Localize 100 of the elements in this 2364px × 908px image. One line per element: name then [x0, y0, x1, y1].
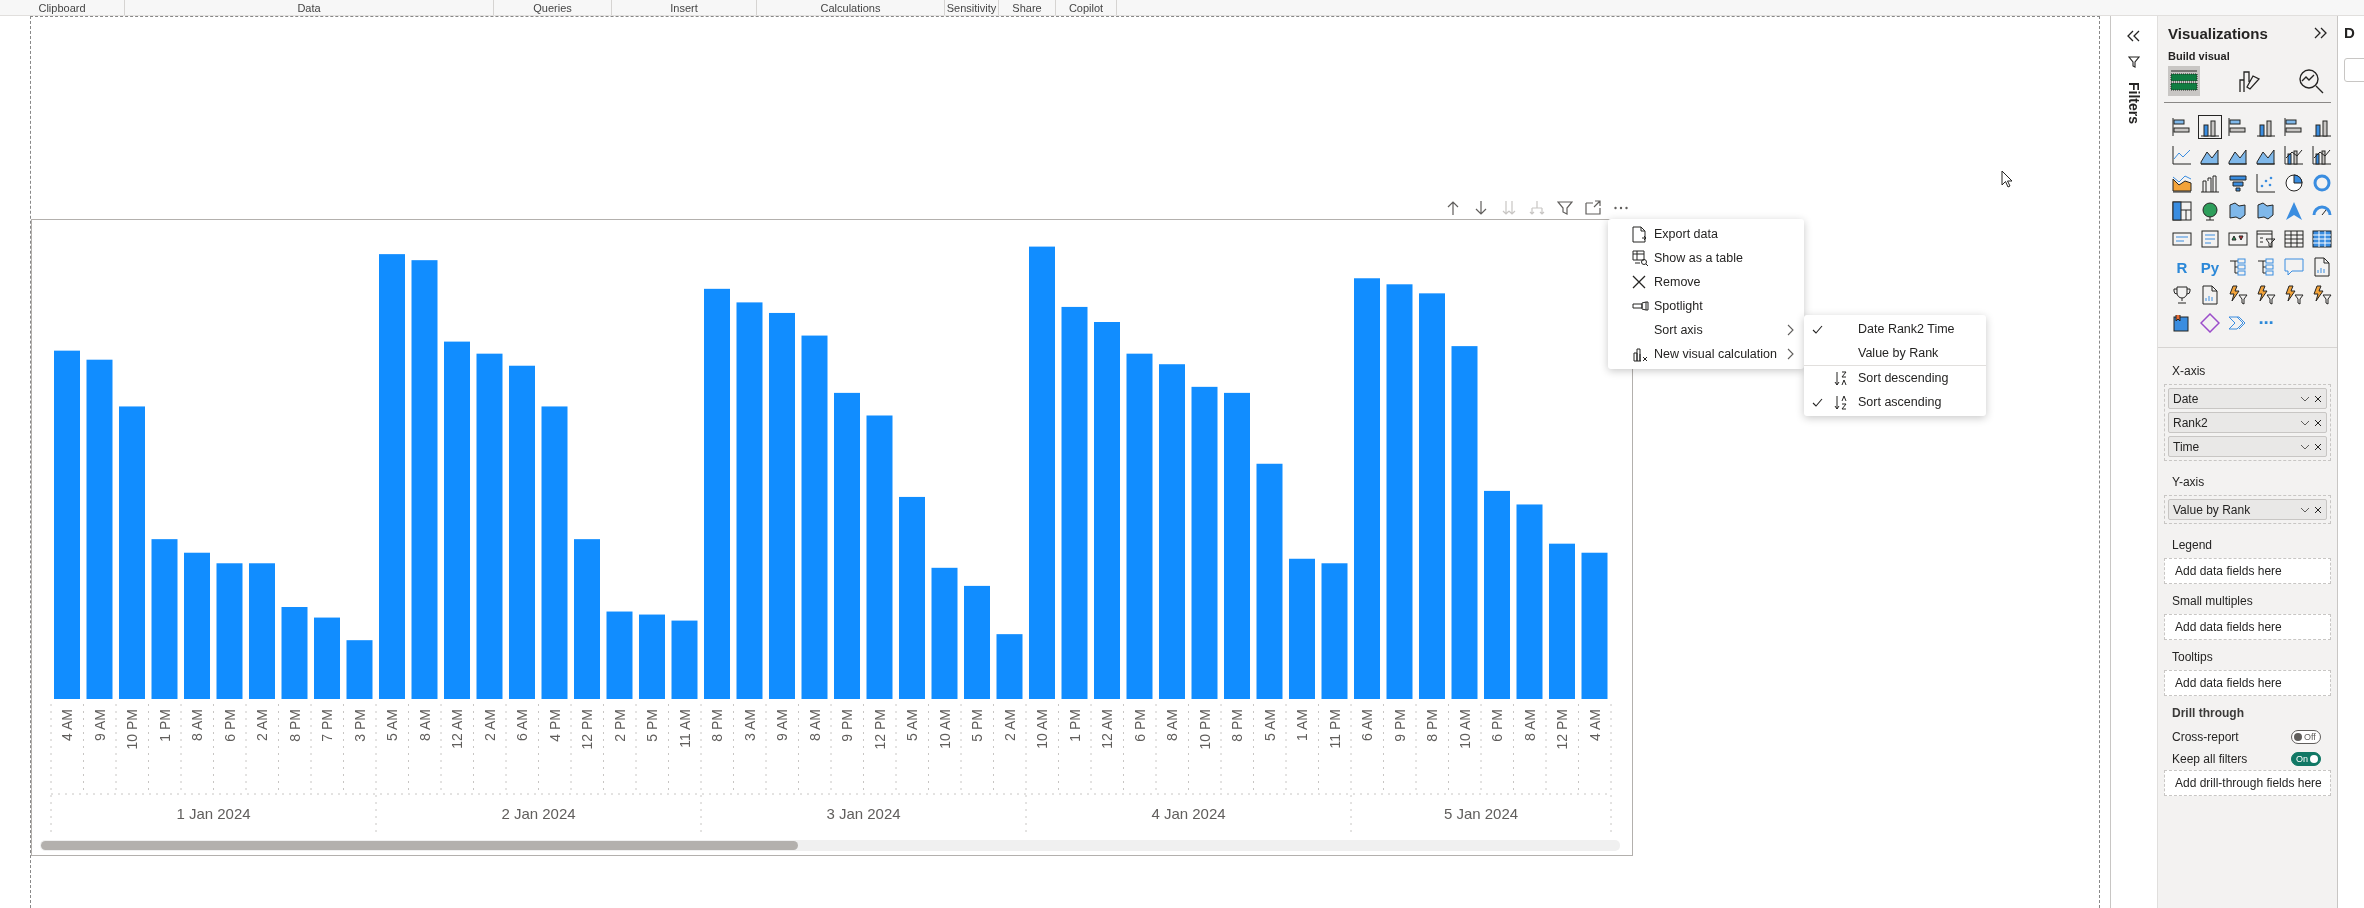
time-label: 12 PM	[579, 709, 595, 750]
field-pill[interactable]: Time	[2168, 436, 2327, 457]
collapse-left-icon[interactable]	[2127, 30, 2141, 42]
visual-type-icon[interactable]	[2226, 283, 2250, 307]
time-label: 5 AM	[904, 709, 920, 741]
visual-type-icon[interactable]	[2170, 199, 2194, 223]
collapse-right-icon[interactable]	[2313, 27, 2327, 39]
date-label: 4 Jan 2024	[1151, 805, 1226, 822]
visual-type-icon[interactable]	[2282, 171, 2306, 195]
drop-zone[interactable]: Add drill-through fields here	[2164, 770, 2331, 796]
fields-tab[interactable]	[2168, 66, 2200, 96]
toggle-label: Keep all filters	[2172, 752, 2248, 766]
time-label: 4 PM	[546, 709, 563, 742]
close-icon[interactable]	[2314, 442, 2322, 451]
time-label: 6 AM	[1359, 709, 1375, 741]
visual-type-icon[interactable]	[2198, 115, 2222, 139]
date-label: 2 Jan 2024	[501, 805, 576, 822]
drop-zone[interactable]: Add data fields here	[2164, 614, 2331, 640]
visual-type-icon[interactable]	[2254, 283, 2278, 307]
time-label: 4 AM	[1586, 709, 1603, 741]
visual-type-icon[interactable]	[2282, 227, 2306, 251]
time-label: 7 PM	[319, 709, 335, 742]
time-label: 8 AM	[416, 709, 433, 741]
ribbon-group-label: Sensitivity	[946, 1, 997, 14]
visual-type-icon[interactable]	[2310, 283, 2334, 307]
close-icon[interactable]	[2314, 505, 2322, 514]
scrollbar-thumb[interactable]	[41, 841, 798, 850]
focus-mode-icon[interactable]	[1585, 200, 1601, 216]
ribbon-group-label: Data	[297, 1, 321, 14]
date-label: 5 Jan 2024	[1443, 805, 1519, 822]
time-label: 9 AM	[91, 709, 108, 741]
filter-icon	[2128, 56, 2140, 68]
field-pill[interactable]: Value by Rank	[2168, 499, 2327, 520]
time-label: 12 AM	[449, 709, 465, 749]
up-arrow-icon[interactable]	[1445, 200, 1461, 216]
toggle-switch[interactable]: On	[2291, 752, 2321, 766]
time-label: 11 PM	[1326, 709, 1343, 749]
time-label: 10 AM	[1456, 709, 1473, 749]
time-label: 8 PM	[1229, 709, 1245, 742]
field-pill[interactable]: Rank2	[2168, 412, 2327, 433]
menu-item[interactable]: New visual calculation	[1608, 342, 1804, 366]
time-label: 5 AM	[1261, 709, 1278, 741]
menu-item[interactable]: Value by Rank	[1804, 341, 1986, 365]
time-label: 10 PM	[124, 709, 140, 750]
field-pill[interactable]: Date	[2168, 388, 2327, 409]
chevron-down-icon[interactable]	[2300, 443, 2310, 450]
menu-item[interactable]: Sort ascending	[1804, 390, 1986, 414]
time-label: 12 PM	[1554, 709, 1570, 750]
time-label: 1 AM	[1294, 709, 1310, 741]
bar	[996, 634, 1023, 699]
time-label: 8 AM	[189, 709, 205, 741]
drop-zone[interactable]: Add data fields here	[2164, 558, 2331, 584]
menu-item[interactable]: Spotlight	[1608, 294, 1804, 318]
menu-item[interactable]: Sort axis	[1608, 318, 1804, 342]
down-arrow-icon[interactable]	[1473, 200, 1489, 216]
visual-type-icon[interactable]	[2282, 143, 2306, 167]
field-well-label: Y-axis	[2171, 474, 2206, 491]
menu-item[interactable]: Remove	[1608, 270, 1804, 294]
visual-type-icon[interactable]	[2170, 283, 2194, 307]
visual-type-icon[interactable]	[2310, 143, 2334, 167]
ribbon-group-label: Insert	[670, 1, 698, 14]
close-icon[interactable]	[2314, 394, 2322, 403]
chevron-down-icon[interactable]	[2300, 395, 2310, 402]
ribbon-group-label: Share	[1012, 1, 1042, 14]
filter-icon[interactable]	[1557, 200, 1573, 216]
chevron-right-icon	[1787, 348, 1794, 360]
time-label: 10 PM	[1196, 709, 1213, 750]
menu-item[interactable]: Date Rank2 Time	[1804, 317, 1986, 341]
chevron-down-icon[interactable]	[2300, 419, 2310, 426]
section-title: Build visual	[2167, 50, 2231, 62]
time-label: 8 PM	[709, 709, 725, 742]
toggle-label: Cross-report	[2172, 730, 2239, 744]
time-label: 11 AM	[676, 709, 693, 748]
time-label: 1 PM	[1066, 709, 1083, 742]
time-label: 2 AM	[254, 709, 270, 741]
pane-title: Filters	[2126, 82, 2142, 124]
time-label: 8 AM	[806, 709, 823, 741]
time-label: 6 PM	[1131, 709, 1148, 742]
time-label: 2 AM	[481, 709, 498, 741]
ribbon-group-label: Copilot	[1068, 1, 1104, 14]
date-label: 3 Jan 2024	[826, 805, 901, 822]
mouse-pointer-icon	[2001, 170, 2013, 188]
time-label: 10 AM	[1034, 709, 1050, 749]
menu-item[interactable]: Show as a table	[1608, 246, 1804, 270]
time-label: 6 PM	[1489, 709, 1505, 742]
drop-zone[interactable]: Add data fields here	[2164, 670, 2331, 696]
menu-item[interactable]: Sort descending	[1804, 366, 1986, 390]
close-icon[interactable]	[2314, 418, 2322, 427]
visual-type-icon[interactable]	[2282, 283, 2306, 307]
close-icon	[1632, 275, 1646, 289]
toggle-switch[interactable]: Off	[2291, 730, 2321, 744]
visual-type-icon[interactable]	[2254, 227, 2278, 251]
time-label: 12 AM	[1099, 709, 1115, 749]
time-label: 6 AM	[514, 709, 530, 741]
field-well-label: X-axis	[2171, 363, 2207, 380]
visual-type-icon[interactable]	[2310, 227, 2334, 251]
menu-item[interactable]: Export data	[1608, 222, 1804, 246]
time-label: 8 AM	[1521, 709, 1538, 741]
time-label: 10 AM	[936, 709, 953, 749]
chevron-down-icon[interactable]	[2300, 506, 2310, 513]
